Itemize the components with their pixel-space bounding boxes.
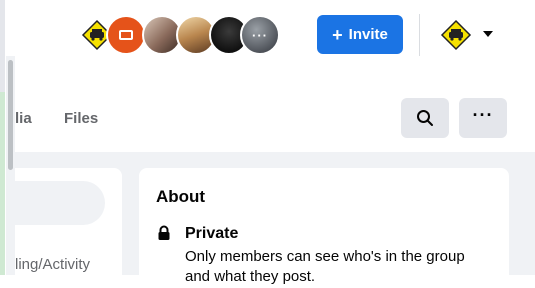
tab-media[interactable]: lia [15, 110, 32, 127]
invite-button[interactable]: + Invite [317, 15, 403, 54]
search-button[interactable] [401, 98, 449, 138]
more-dots-icon: ··· [252, 27, 268, 43]
plus-icon: + [332, 24, 343, 45]
left-card-text[interactable]: ling/Activity [15, 256, 90, 273]
profile-avatar[interactable] [435, 14, 477, 56]
privacy-description-continued: and what they post. [185, 268, 316, 285]
tab-files[interactable]: Files [64, 110, 98, 127]
about-title: About [156, 187, 206, 206]
card-icon [119, 30, 133, 40]
search-icon [417, 110, 433, 126]
invite-button-label: Invite [348, 26, 388, 43]
orange-card-avatar[interactable] [106, 15, 146, 55]
left-edge-accent [0, 92, 5, 275]
group-tabs-bar: lia Files ··· [15, 86, 535, 152]
more-dots-icon: ··· [472, 105, 494, 125]
left-search-field[interactable] [15, 181, 105, 225]
privacy-title: Private [185, 225, 239, 242]
caret-down-icon[interactable] [483, 31, 493, 37]
scrollbar-thumb[interactable] [8, 60, 13, 170]
header-divider [419, 14, 420, 56]
lock-icon [158, 225, 170, 240]
more-members-avatar[interactable]: ··· [240, 15, 280, 55]
profile-logo-icon [440, 19, 472, 51]
privacy-description: Only members can see who's in the group [185, 248, 465, 265]
more-options-button[interactable]: ··· [459, 98, 507, 138]
